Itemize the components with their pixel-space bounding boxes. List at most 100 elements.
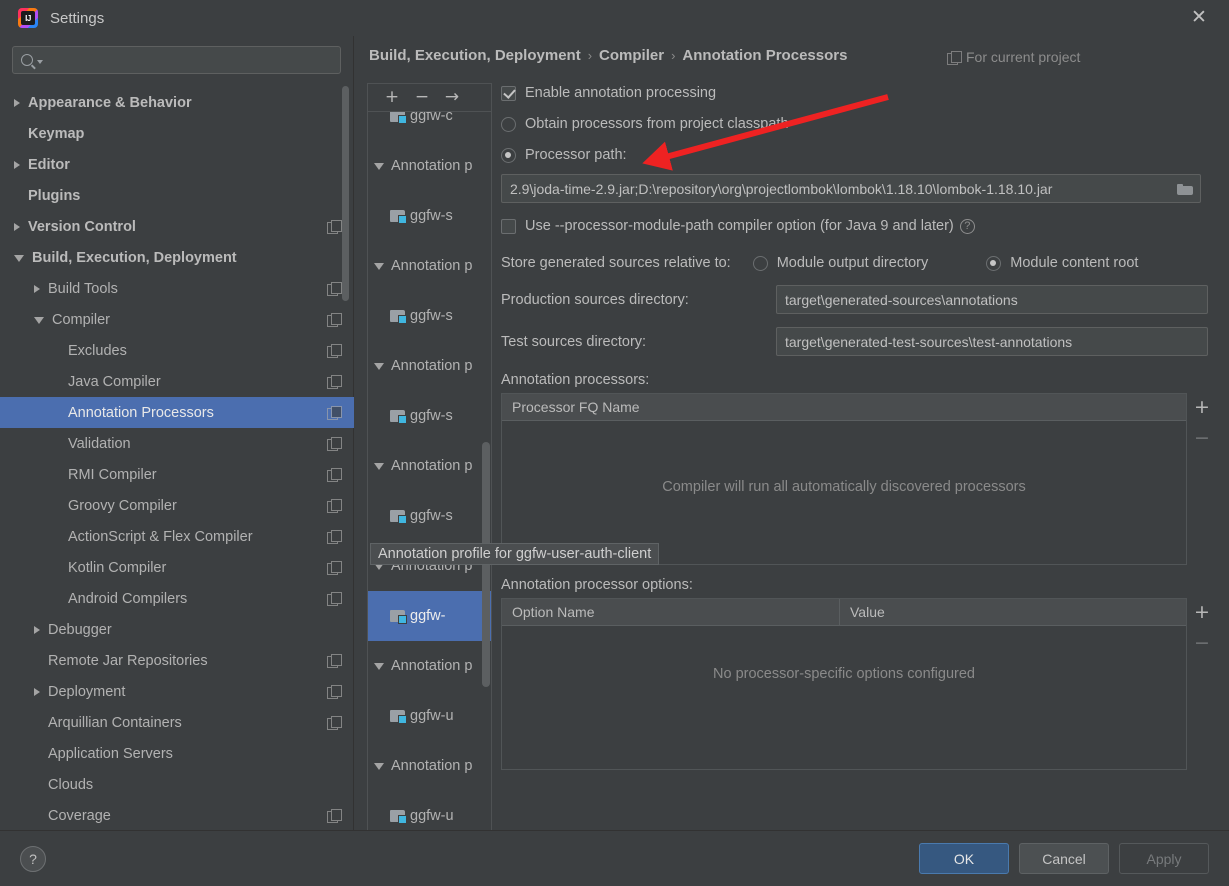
annotation-profile-row[interactable]: Annotation p bbox=[368, 141, 491, 191]
chevron-right-icon[interactable] bbox=[34, 284, 40, 293]
chevron-down-icon[interactable] bbox=[374, 462, 384, 470]
chevron-down-icon[interactable] bbox=[374, 662, 384, 670]
obtain-from-classpath-radio[interactable] bbox=[501, 116, 516, 132]
profile-module-row[interactable]: ggfw-s bbox=[368, 191, 491, 241]
processor-path-radio[interactable] bbox=[501, 147, 516, 163]
enable-processing-row[interactable]: Enable annotation processing bbox=[501, 80, 1217, 106]
sidebar-item-validation[interactable]: Validation bbox=[0, 428, 354, 459]
module-output-option[interactable]: Module output directory bbox=[752, 255, 928, 271]
module-path-option-row[interactable]: Use --processor-module-path compiler opt… bbox=[501, 213, 1217, 239]
profile-module-row[interactable]: ggfw-c bbox=[368, 112, 491, 141]
help-icon[interactable]: ? bbox=[959, 218, 975, 234]
sidebar-item-groovy-compiler[interactable]: Groovy Compiler bbox=[0, 490, 354, 521]
browse-processor-path-button[interactable] bbox=[1172, 176, 1198, 201]
sidebar-scrollbar-track[interactable] bbox=[342, 86, 351, 816]
test-sources-input[interactable] bbox=[785, 333, 1199, 350]
profile-tree: ggfw-c Annotation p ggfw-s Annotation p ggfw… bbox=[368, 112, 491, 853]
chevron-down-icon[interactable] bbox=[37, 60, 43, 64]
dialog-footer: ? OK Cancel Apply bbox=[0, 830, 1229, 886]
sidebar-item-android-compilers[interactable]: Android Compilers bbox=[0, 583, 354, 614]
add-profile-button[interactable]: + bbox=[378, 86, 406, 110]
sidebar-item-excludes[interactable]: Excludes bbox=[0, 335, 354, 366]
processor-path-input[interactable] bbox=[510, 180, 1172, 197]
profile-module-row[interactable]: ggfw-s bbox=[368, 291, 491, 341]
sidebar-item-remote-jar-repositories[interactable]: Remote Jar Repositories bbox=[0, 645, 354, 676]
processor-path-radio-row[interactable]: Processor path: bbox=[501, 142, 1217, 168]
breadcrumb-item[interactable]: Compiler bbox=[599, 47, 664, 64]
profile-module-row[interactable]: ggfw-s bbox=[368, 491, 491, 541]
sidebar-item-build-tools[interactable]: Build Tools bbox=[0, 273, 354, 304]
processors-col-fqname[interactable]: Processor FQ Name bbox=[502, 394, 1186, 420]
options-table[interactable]: Option Name Value No processor-specific … bbox=[501, 598, 1187, 770]
chevron-right-icon[interactable] bbox=[34, 687, 40, 696]
options-col-name[interactable]: Option Name bbox=[502, 599, 840, 625]
sidebar-item-kotlin-compiler[interactable]: Kotlin Compiler bbox=[0, 552, 354, 583]
sidebar-item-rmi-compiler[interactable]: RMI Compiler bbox=[0, 459, 354, 490]
sidebar-item-annotation-processors[interactable]: Annotation Processors bbox=[0, 397, 354, 428]
breadcrumb-item[interactable]: Build, Execution, Deployment bbox=[369, 47, 581, 64]
remove-profile-button[interactable]: − bbox=[408, 86, 436, 110]
chevron-down-icon[interactable] bbox=[374, 362, 384, 370]
breadcrumb-item[interactable]: Annotation Processors bbox=[682, 47, 847, 64]
test-sources-field[interactable] bbox=[776, 327, 1208, 356]
module-output-directory-radio[interactable] bbox=[752, 255, 768, 271]
chevron-right-icon[interactable] bbox=[14, 160, 20, 169]
enable-processing-checkbox[interactable] bbox=[501, 85, 516, 101]
search-box[interactable] bbox=[12, 46, 341, 74]
sidebar-item-debugger[interactable]: Debugger bbox=[0, 614, 354, 645]
module-content-root-radio[interactable] bbox=[986, 255, 1002, 271]
sidebar-item-version-control[interactable]: Version Control bbox=[0, 211, 354, 242]
sidebar-item-java-compiler[interactable]: Java Compiler bbox=[0, 366, 354, 397]
profile-module-row[interactable]: ggfw- bbox=[368, 591, 491, 641]
cancel-button[interactable]: Cancel bbox=[1019, 843, 1109, 874]
help-button[interactable]: ? bbox=[20, 845, 46, 872]
sidebar-item-arquillian-containers[interactable]: Arquillian Containers bbox=[0, 707, 354, 738]
sidebar-item-plugins[interactable]: Plugins bbox=[0, 180, 354, 211]
sidebar-item-editor[interactable]: Editor bbox=[0, 149, 354, 180]
sidebar-item-application-servers[interactable]: Application Servers bbox=[0, 738, 354, 769]
sidebar-item-deployment[interactable]: Deployment bbox=[0, 676, 354, 707]
processor-path-field[interactable] bbox=[501, 174, 1201, 203]
close-icon[interactable]: ✕ bbox=[1177, 0, 1221, 34]
annotation-profile-row[interactable]: Annotation p bbox=[368, 241, 491, 291]
sidebar-item-coverage[interactable]: Coverage bbox=[0, 800, 354, 830]
sidebar-item-keymap[interactable]: Keymap bbox=[0, 118, 354, 149]
sidebar-item-compiler[interactable]: Compiler bbox=[0, 304, 354, 335]
add-processor-button[interactable]: + bbox=[1191, 396, 1213, 418]
move-to-profile-button[interactable]: → bbox=[438, 86, 466, 110]
module-icon bbox=[390, 709, 407, 724]
sidebar-item-appearance-behavior[interactable]: Appearance & Behavior bbox=[0, 87, 354, 118]
chevron-down-icon[interactable] bbox=[374, 762, 384, 770]
ok-button[interactable]: OK bbox=[919, 843, 1009, 874]
sidebar-item-label: Groovy Compiler bbox=[68, 497, 177, 514]
annotation-profile-row[interactable]: Annotation p bbox=[368, 741, 491, 791]
processors-table[interactable]: Processor FQ Name Compiler will run all … bbox=[501, 393, 1187, 565]
profile-module-row[interactable]: ggfw-s bbox=[368, 391, 491, 441]
options-col-value[interactable]: Value bbox=[840, 599, 1186, 625]
chevron-right-icon[interactable] bbox=[14, 98, 20, 107]
sidebar-scrollbar-thumb[interactable] bbox=[342, 86, 349, 301]
chevron-down-icon[interactable] bbox=[34, 317, 44, 324]
chevron-down-icon[interactable] bbox=[14, 255, 24, 262]
profile-module-row[interactable]: ggfw-u bbox=[368, 691, 491, 741]
add-option-button[interactable]: + bbox=[1191, 601, 1213, 623]
annotation-profile-row[interactable]: Annotation p bbox=[368, 441, 491, 491]
sidebar-item-build-execution-deployment[interactable]: Build, Execution, Deployment bbox=[0, 242, 354, 273]
remove-option-button[interactable]: − bbox=[1191, 632, 1213, 654]
chevron-right-icon[interactable] bbox=[14, 222, 20, 231]
apply-button[interactable]: Apply bbox=[1119, 843, 1209, 874]
production-sources-input[interactable] bbox=[785, 291, 1199, 308]
chevron-down-icon[interactable] bbox=[374, 162, 384, 170]
module-content-option[interactable]: Module content root bbox=[986, 255, 1138, 271]
classpath-radio-row[interactable]: Obtain processors from project classpath bbox=[501, 111, 1217, 137]
sidebar-item-clouds[interactable]: Clouds bbox=[0, 769, 354, 800]
processor-module-path-checkbox[interactable] bbox=[501, 218, 516, 234]
search-input[interactable] bbox=[47, 52, 332, 68]
annotation-profile-row[interactable]: Annotation p bbox=[368, 641, 491, 691]
sidebar-item-actionscript-flex-compiler[interactable]: ActionScript & Flex Compiler bbox=[0, 521, 354, 552]
annotation-profile-row[interactable]: Annotation p bbox=[368, 341, 491, 391]
chevron-down-icon[interactable] bbox=[374, 262, 384, 270]
chevron-right-icon[interactable] bbox=[34, 625, 40, 634]
production-sources-field[interactable] bbox=[776, 285, 1208, 314]
remove-processor-button[interactable]: − bbox=[1191, 427, 1213, 449]
